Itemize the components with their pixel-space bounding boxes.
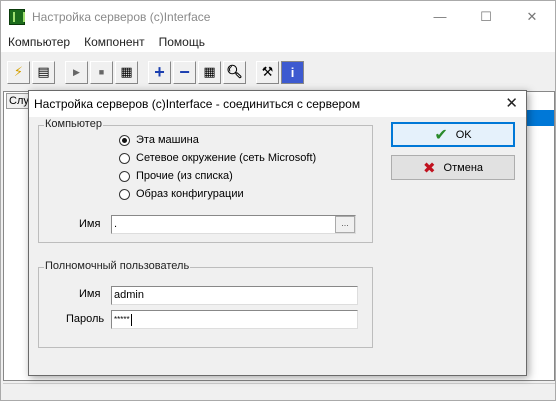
radio-icon[interactable]: [119, 170, 130, 182]
checkmark-icon: ✔: [434, 126, 448, 144]
radio-label: Образ конфигурации: [136, 188, 244, 200]
radio-config-image[interactable]: Образ конфигурации: [119, 188, 244, 200]
dialog-close-icon[interactable]: ✕: [505, 94, 518, 112]
app-icon: [9, 8, 25, 25]
radio-icon[interactable]: [119, 152, 130, 164]
radio-label: Прочие (из списка): [136, 170, 233, 182]
connect-dialog: Настройка серверов (c)Interface - соедин…: [28, 90, 527, 376]
close-button[interactable]: ✕: [509, 1, 555, 32]
cross-icon: ✖: [422, 159, 436, 177]
menu-computer[interactable]: Компьютер: [1, 35, 77, 49]
ok-button[interactable]: ✔ OK: [391, 122, 515, 147]
menu-component[interactable]: Компонент: [77, 35, 152, 49]
radio-selected-icon[interactable]: [119, 134, 130, 146]
toolbar: ⚡ ▤ ▶ ■ ▦ + − ▦ 🔍︎ ⚒ i: [1, 55, 555, 89]
password-field[interactable]: *****: [111, 310, 358, 329]
computer-name-field[interactable]: . ...: [111, 215, 356, 234]
window-title: Настройка серверов (c)Interface: [32, 9, 211, 24]
user-name-label: Имя: [79, 288, 101, 300]
radio-label: Эта машина: [136, 134, 199, 146]
stop-icon[interactable]: ■: [90, 60, 113, 84]
computer-group-label: Компьютер: [44, 118, 103, 130]
main-titlebar: Настройка серверов (c)Interface — ☐ ✕: [1, 1, 555, 32]
grid-icon[interactable]: ▦: [115, 60, 138, 84]
browse-button[interactable]: ...: [335, 216, 355, 233]
maximize-button[interactable]: ☐: [463, 1, 509, 32]
remove-icon[interactable]: −: [173, 60, 196, 84]
minimize-button[interactable]: —: [417, 1, 463, 32]
computer-groupbox: Компьютер Эта машина Сетевое окружение (…: [38, 118, 373, 243]
properties-icon[interactable]: ▦: [198, 60, 221, 84]
cancel-button[interactable]: ✖ Отмена: [391, 155, 515, 180]
print-preview-icon[interactable]: ▤: [32, 60, 55, 84]
menu-bar: Компьютер Компонент Помощь: [1, 32, 555, 52]
find-icon[interactable]: 🔍︎: [223, 60, 246, 84]
status-bar: [3, 383, 555, 399]
info-icon[interactable]: i: [281, 60, 304, 84]
lightning-icon[interactable]: ⚡: [7, 60, 30, 84]
dialog-title: Настройка серверов (c)Interface - соедин…: [34, 97, 361, 111]
user-group-label: Полномочный пользователь: [44, 260, 191, 272]
tools-icon[interactable]: ⚒: [256, 60, 279, 84]
list-selected-row[interactable]: [524, 110, 554, 126]
play-icon[interactable]: ▶: [65, 60, 88, 84]
dialog-titlebar: Настройка серверов (c)Interface - соедин…: [29, 91, 526, 117]
user-groupbox: Полномочный пользователь Имя admin Парол…: [38, 260, 373, 348]
radio-label: Сетевое окружение (сеть Microsoft): [136, 152, 317, 164]
radio-other[interactable]: Прочие (из списка): [119, 170, 233, 182]
radio-this-machine[interactable]: Эта машина: [119, 134, 199, 146]
user-name-field[interactable]: admin: [111, 286, 358, 305]
computer-name-label: Имя: [79, 218, 101, 230]
add-icon[interactable]: +: [148, 60, 171, 84]
radio-icon[interactable]: [119, 188, 130, 200]
password-label: Пароль: [66, 313, 105, 325]
radio-network[interactable]: Сетевое окружение (сеть Microsoft): [119, 152, 316, 164]
menu-help[interactable]: Помощь: [152, 35, 212, 49]
